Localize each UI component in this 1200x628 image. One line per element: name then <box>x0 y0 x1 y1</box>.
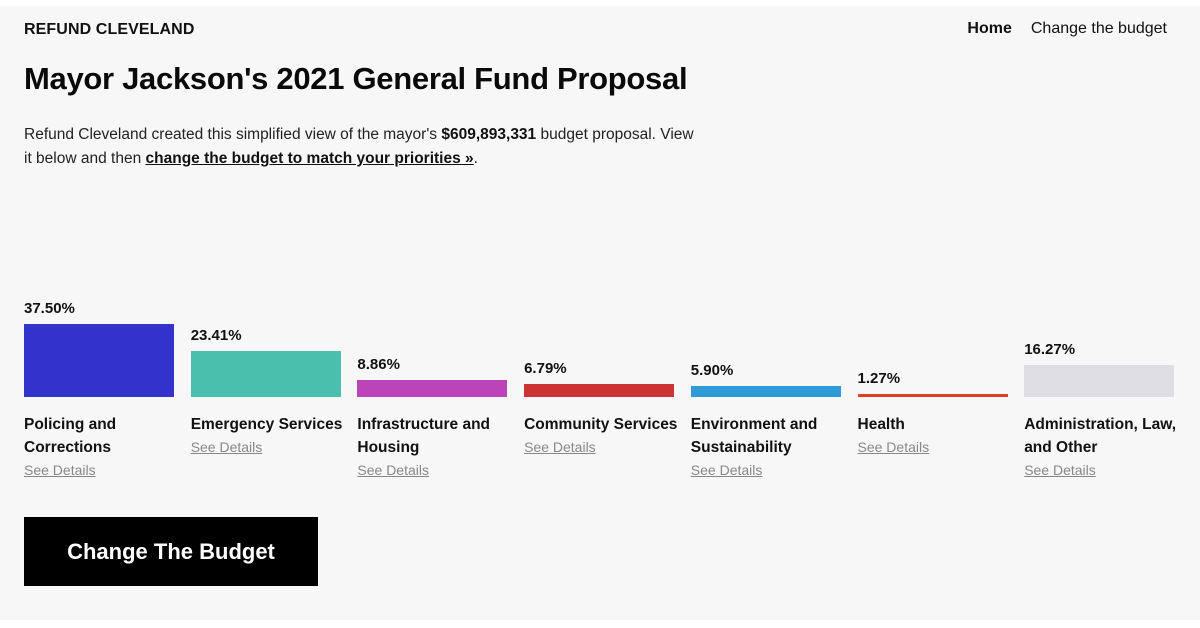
nav-change-budget-link[interactable]: Change the budget <box>1031 20 1167 38</box>
see-details-link[interactable]: See Details <box>858 436 1018 459</box>
category-block: Community Services See Details <box>524 413 684 459</box>
chart-column: 37.50% Policing and Corrections See Detail… <box>24 286 174 491</box>
category-label: Infrastructure and Housing <box>357 416 491 456</box>
bar <box>190 351 341 397</box>
bar <box>524 383 675 397</box>
see-details-link[interactable]: See Details <box>524 436 684 459</box>
intro-text-1: Refund Cleveland created this simplified… <box>24 126 442 143</box>
change-the-budget-button[interactable]: Change The Budget <box>24 517 318 586</box>
brand-logo[interactable]: REFUND CLEVELAND <box>24 21 195 39</box>
bar <box>24 324 174 397</box>
category-label: Health <box>857 416 905 433</box>
bar <box>1024 365 1175 397</box>
category-block: Emergency Services See Details <box>191 413 351 459</box>
see-details-link[interactable]: See Details <box>191 436 351 459</box>
category-block: Policing and Corrections See Details <box>24 413 184 482</box>
bar-value-label: 23.41% <box>190 327 242 345</box>
see-details-link[interactable]: See Details <box>691 459 851 482</box>
intro-paragraph: Refund Cleveland created this simplified… <box>24 123 704 171</box>
bar-value-label: 37.50% <box>24 300 75 317</box>
page-title: Mayor Jackson's 2021 General Fund Propos… <box>24 61 688 96</box>
category-label: Administration, Law, and Other <box>1024 416 1177 456</box>
top-nav: Home Change the budget <box>967 20 1167 38</box>
category-label: Emergency Services <box>190 416 343 433</box>
intro-text-3: . <box>473 150 478 167</box>
page-canvas: REFUND CLEVELAND Home Change the budget … <box>0 6 1200 620</box>
category-label: Environment and Sustainability <box>690 416 818 456</box>
budget-bar-chart: 37.50% Policing and Corrections See Detail… <box>24 286 1176 491</box>
bar-value-label: 5.90% <box>690 361 734 379</box>
category-block: Infrastructure and Housing See Details <box>357 413 517 482</box>
nav-home-link[interactable]: Home <box>967 20 1011 38</box>
chart-column: 16.27% Administration, Law, and Other See … <box>1024 286 1176 491</box>
chart-column: 8.86% Infrastructure and Housing See Detai… <box>357 286 508 491</box>
chart-column: 1.27% Health See Details <box>857 286 1008 491</box>
category-block: Environment and Sustainability See Detail… <box>691 413 851 482</box>
category-label: Policing and Corrections <box>24 416 117 456</box>
category-block: Health See Details <box>858 413 1018 459</box>
change-budget-link[interactable]: change the budget to match your prioriti… <box>146 150 474 167</box>
bar <box>357 379 508 397</box>
bar-value-label: 1.27% <box>857 370 901 387</box>
category-block: Administration, Law, and Other See Detail… <box>1024 413 1184 482</box>
see-details-link[interactable]: See Details <box>357 459 517 482</box>
bar <box>857 394 1008 397</box>
bar <box>690 385 841 397</box>
bar-value-label: 16.27% <box>1024 341 1076 359</box>
budget-amount: $609,893,331 <box>441 126 537 143</box>
category-label: Community Services <box>524 416 678 433</box>
chart-column: 5.90% Environment and Sustainability See D… <box>690 286 841 491</box>
see-details-link[interactable]: See Details <box>1024 459 1184 482</box>
chart-column: 23.41% Emergency Services See Details <box>190 286 342 491</box>
bar-value-label: 6.79% <box>524 359 567 377</box>
chart-column: 6.79% Community Services See Details <box>524 286 677 491</box>
bar-value-label: 8.86% <box>357 355 400 373</box>
see-details-link[interactable]: See Details <box>24 459 184 482</box>
